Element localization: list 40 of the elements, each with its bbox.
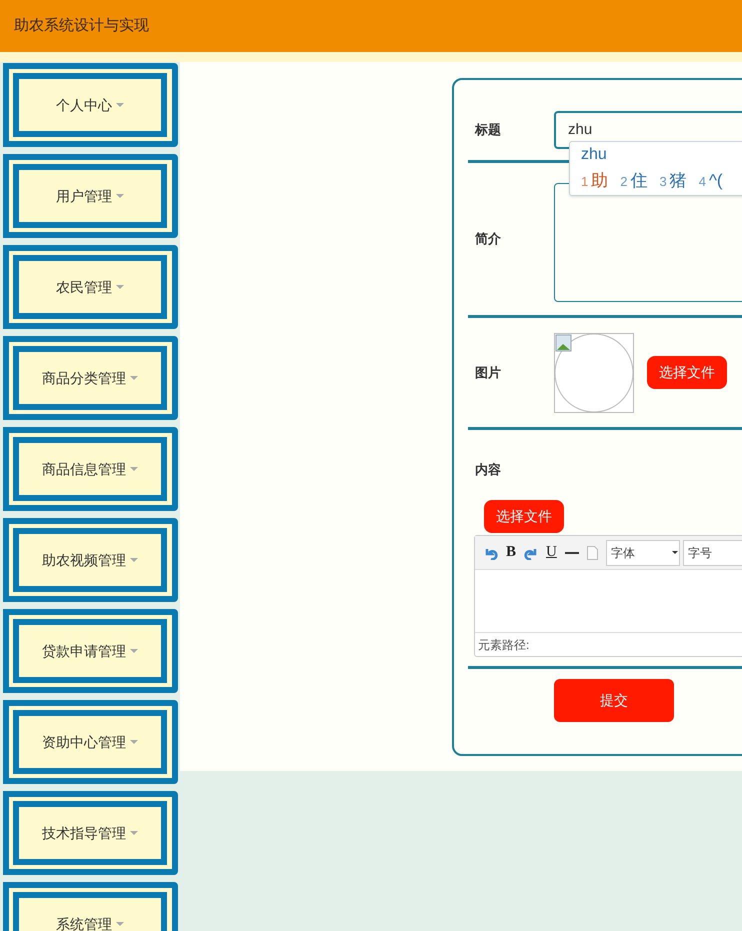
caret-icon <box>116 285 124 289</box>
menu-item[interactable]: 用户管理 <box>13 164 167 228</box>
horizontal-rule-icon[interactable] <box>564 552 579 554</box>
menu-item[interactable]: 技术指导管理 <box>13 801 167 865</box>
underline-button[interactable]: U <box>546 541 557 564</box>
page-icon[interactable] <box>586 546 598 560</box>
field-label: 图片 <box>474 364 502 382</box>
menu-item[interactable]: 助农视频管理 <box>13 528 167 592</box>
ime-candidate[interactable]: 3 猪 <box>659 168 687 194</box>
menu-item[interactable]: 系统管理 <box>13 892 167 931</box>
choose-file-button[interactable]: 选择文件 <box>484 500 564 533</box>
menu-item[interactable]: 个人中心 <box>13 73 167 137</box>
menu-item[interactable]: 商品信息管理 <box>13 437 167 501</box>
size-select[interactable]: 字号 <box>682 540 742 566</box>
font-select[interactable]: 字体 <box>606 540 680 566</box>
caret-icon <box>130 831 138 835</box>
ime-candidate[interactable]: 4 ^( <box>698 168 723 194</box>
submit-button[interactable]: 提交 <box>554 679 674 722</box>
caret-icon <box>130 376 138 380</box>
caret-icon <box>116 103 124 107</box>
ime-candidate[interactable]: 2 住 <box>620 168 648 194</box>
field-label: 标题 <box>474 120 502 139</box>
menu-item[interactable]: 商品分类管理 <box>13 346 167 410</box>
element-path: 元素路径: <box>475 632 742 656</box>
caret-icon <box>116 194 124 198</box>
menu-item[interactable]: 农民管理 <box>13 255 167 319</box>
caret-icon <box>130 467 138 471</box>
ime-candidate[interactable]: 1 助 <box>581 168 608 194</box>
menu-item[interactable]: 贷款申请管理 <box>13 619 167 683</box>
bold-button[interactable]: B <box>506 541 516 564</box>
caret-icon <box>130 740 138 744</box>
caret-icon <box>130 649 138 653</box>
caret-icon <box>672 551 678 554</box>
app-title: 助农系统设计与实现 <box>14 16 149 36</box>
caret-icon <box>130 558 138 562</box>
caret-icon <box>116 922 124 926</box>
choose-file-button[interactable]: 选择文件 <box>647 356 727 389</box>
field-label: 简介 <box>474 230 502 248</box>
field-label: 内容 <box>474 461 502 479</box>
menu-item[interactable]: 资助中心管理 <box>13 710 167 774</box>
